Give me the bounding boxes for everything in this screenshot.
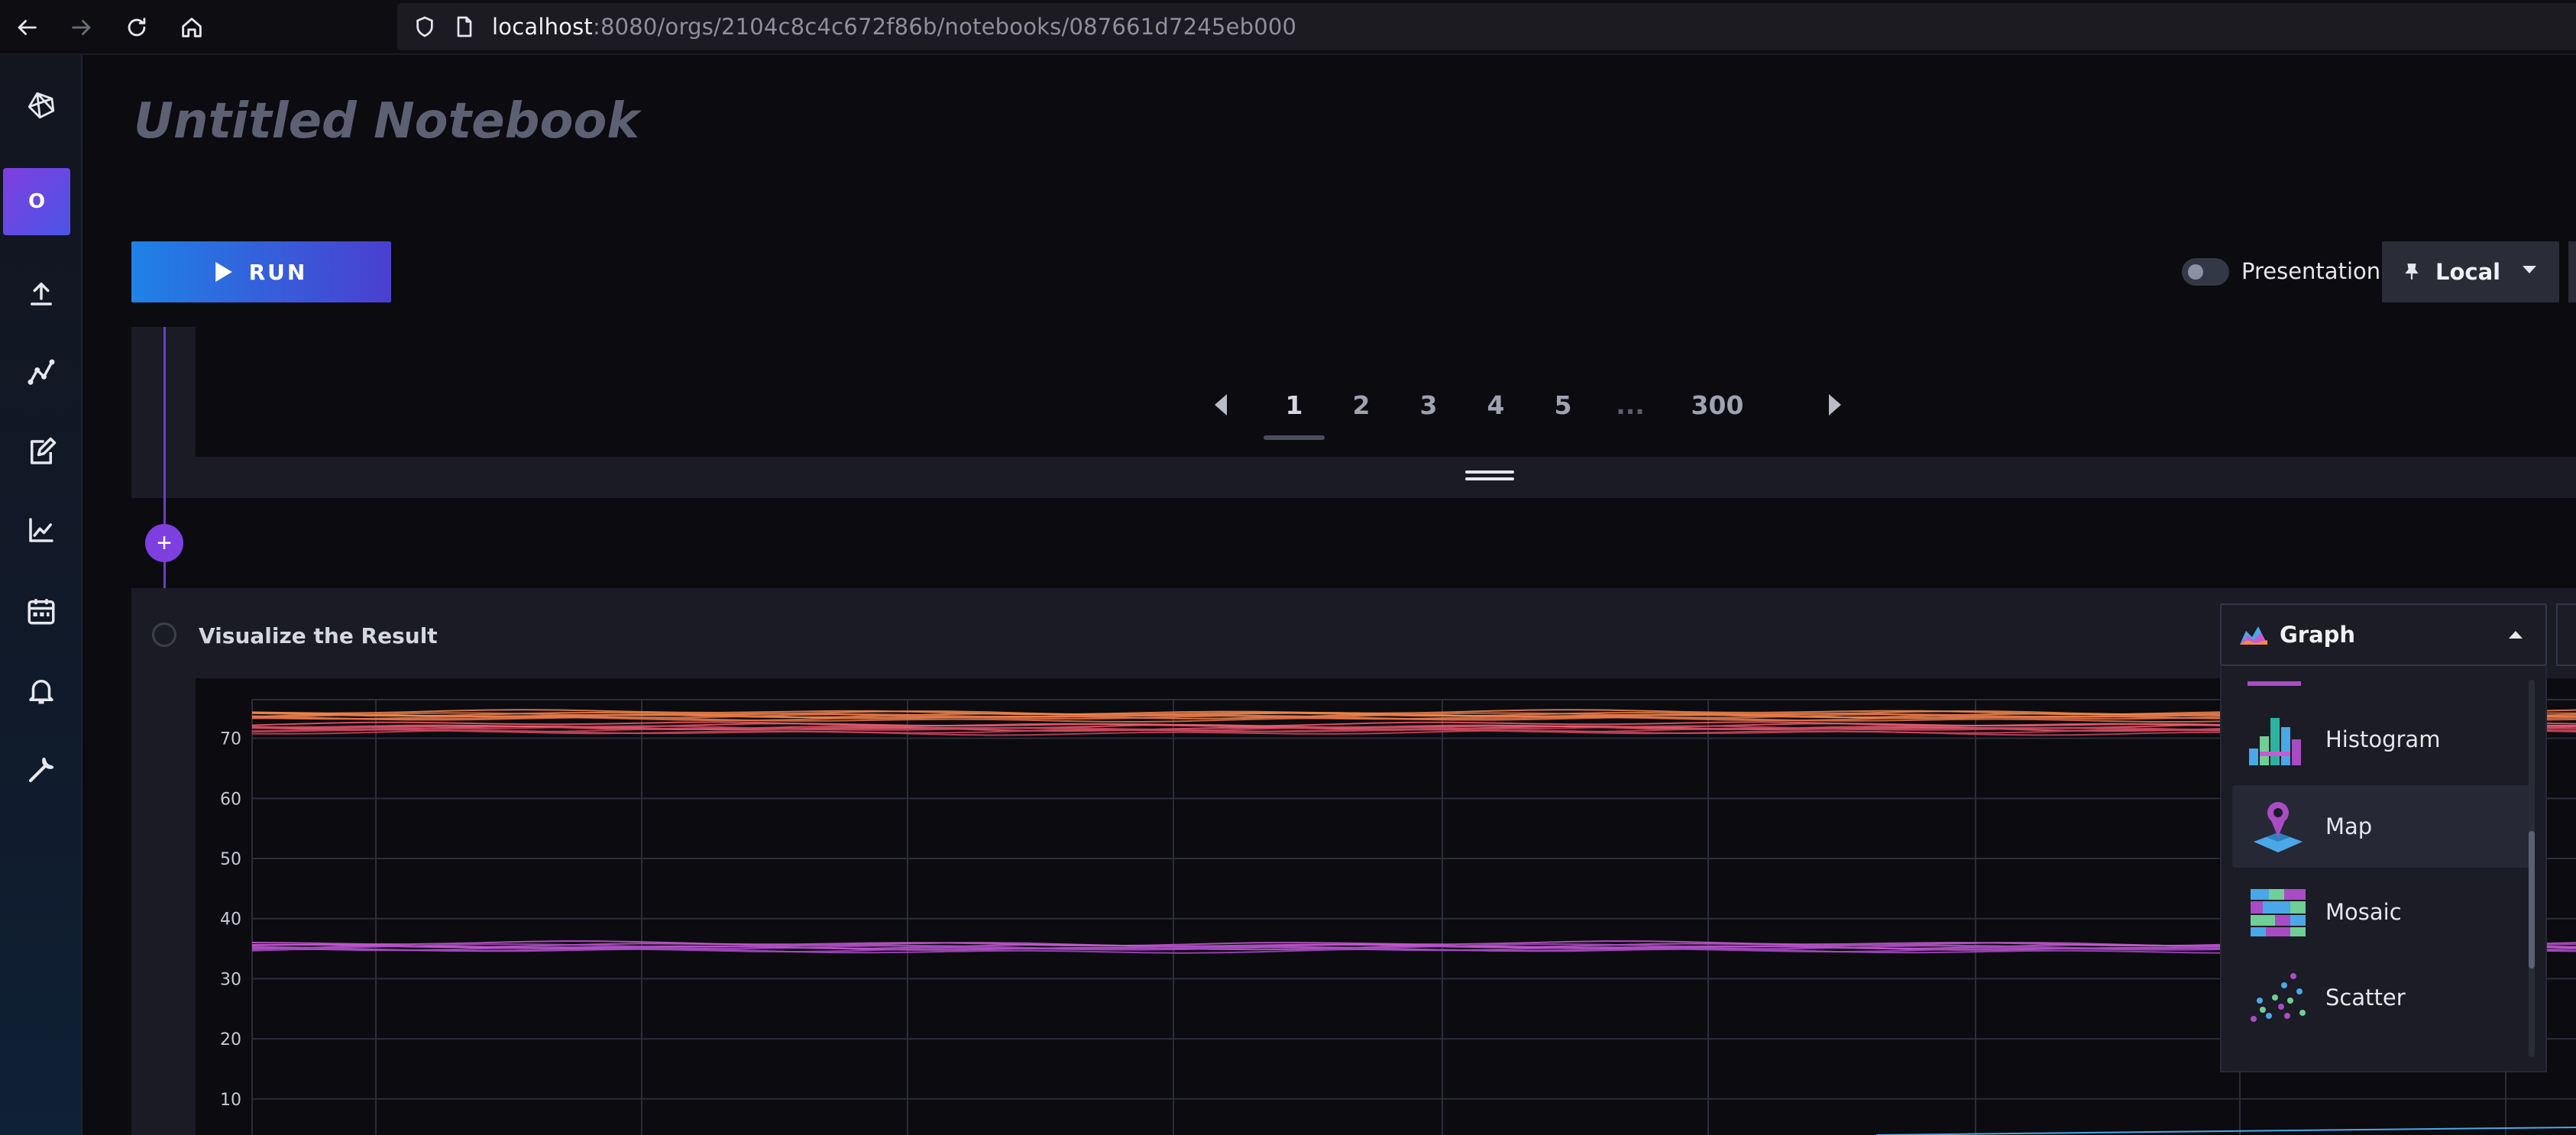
browser-toolbar: localhost:8080/orgs/2104c8c4c672f86b/not… xyxy=(0,0,2576,55)
presentation-toggle[interactable] xyxy=(2182,258,2229,286)
run-label: RUN xyxy=(248,259,308,285)
y-tick-label: 40 xyxy=(220,910,241,930)
menu-item-partial[interactable] xyxy=(2248,681,2301,686)
url-bar[interactable]: localhost:8080/orgs/2104c8c4c672f86b/not… xyxy=(397,3,2576,50)
home-icon xyxy=(182,18,202,37)
page-4[interactable]: 4 xyxy=(1462,390,1529,420)
menu-item-label: Map xyxy=(2325,813,2373,839)
notebook-title[interactable]: Untitled Notebook xyxy=(134,93,639,150)
histogram-icon xyxy=(2249,718,2301,765)
menu-item-label: Scatter xyxy=(2325,985,2406,1011)
url-host: localhost xyxy=(492,14,593,40)
y-tick-label: 30 xyxy=(220,970,241,989)
pin-icon xyxy=(2405,264,2419,280)
upload-icon[interactable] xyxy=(18,270,64,316)
menu-scrollbar-thumb[interactable] xyxy=(2529,831,2535,968)
reload-icon xyxy=(128,18,146,37)
presentation-label: Presentation xyxy=(2241,258,2381,284)
visualization-type-label: Graph xyxy=(2280,622,2356,648)
side-navigation: O xyxy=(0,55,83,1135)
y-tick-label: 60 xyxy=(220,790,241,809)
menu-item-histogram[interactable]: Histogram xyxy=(2232,698,2530,781)
data-explorer-icon[interactable] xyxy=(18,350,64,396)
menu-item-mosaic[interactable]: Mosaic xyxy=(2232,871,2530,953)
page-2[interactable]: 2 xyxy=(1328,390,1395,420)
page-1[interactable]: 1 xyxy=(1260,390,1328,440)
mosaic-icon xyxy=(2251,889,2306,936)
visualization-type-dropdown[interactable]: Graph xyxy=(2220,603,2547,666)
y-tick-label: 10 xyxy=(220,1091,241,1110)
graph-area: 70 60 50 40 30 20 10 xyxy=(196,678,2576,1135)
run-button[interactable]: RUN xyxy=(131,241,391,302)
line-graph: 70 60 50 40 30 20 10 xyxy=(220,699,2576,1135)
chevron-up-icon xyxy=(2509,631,2523,639)
cell-resize-handle[interactable] xyxy=(1465,470,1514,483)
page-3[interactable]: 3 xyxy=(1395,390,1462,420)
notebook-icon[interactable] xyxy=(18,429,64,475)
app-root: localhost:8080/orgs/2104c8c4c672f86b/not… xyxy=(0,0,2576,1135)
org-avatar[interactable]: O xyxy=(3,168,70,235)
page-ellipsis: ... xyxy=(1616,390,1645,420)
y-tick-label: 50 xyxy=(220,850,241,869)
page-icon xyxy=(457,16,472,37)
shield-icon xyxy=(416,16,433,37)
previous-page-button[interactable] xyxy=(1215,394,1227,416)
wrench-icon[interactable] xyxy=(18,747,64,793)
chevron-down-icon xyxy=(2523,266,2536,273)
org-initial: O xyxy=(28,190,46,213)
series-line-low xyxy=(1875,1127,2576,1135)
calendar-icon[interactable] xyxy=(18,588,64,634)
forward-button[interactable] xyxy=(63,9,101,46)
cell-status-dot xyxy=(152,622,176,647)
bell-icon[interactable] xyxy=(18,668,64,713)
timezone-dropdown[interactable]: Local xyxy=(2382,241,2559,302)
dashboard-icon[interactable] xyxy=(18,507,64,553)
arrow-left-icon xyxy=(18,20,37,35)
scatter-icon xyxy=(2251,973,2306,1022)
menu-item-label: Mosaic xyxy=(2325,899,2402,925)
pagination: 1 2 3 4 5 ... 300 xyxy=(1215,382,1841,440)
home-button[interactable] xyxy=(173,9,211,46)
y-tick-label: 70 xyxy=(220,730,241,749)
time-range-dropdown-edge[interactable] xyxy=(2568,241,2576,302)
cell-options-edge[interactable] xyxy=(2556,603,2576,666)
page-5[interactable]: 5 xyxy=(1529,390,1597,420)
url-path: :8080/orgs/2104c8c4c672f86b/notebooks/08… xyxy=(592,14,1297,40)
add-cell-button[interactable]: + xyxy=(145,524,183,562)
url-text: localhost:8080/orgs/2104c8c4c672f86b/not… xyxy=(492,14,1296,40)
cell-title[interactable]: Visualize the Result xyxy=(199,623,438,648)
influx-logo-icon[interactable] xyxy=(18,82,64,128)
y-tick-label: 20 xyxy=(220,1030,241,1049)
graph-type-icon xyxy=(2240,626,2267,645)
reload-button[interactable] xyxy=(118,9,156,46)
play-icon xyxy=(215,262,232,282)
menu-item-label: Histogram xyxy=(2325,726,2441,752)
timezone-label: Local xyxy=(2435,259,2501,285)
menu-item-map[interactable]: Map xyxy=(2232,785,2530,868)
next-page-button[interactable] xyxy=(1829,394,1841,416)
map-icon xyxy=(2254,802,2303,852)
page-last[interactable]: 300 xyxy=(1664,390,1771,420)
arrow-right-icon xyxy=(72,20,91,35)
menu-item-scatter[interactable]: Scatter xyxy=(2232,956,2530,1039)
back-button[interactable] xyxy=(8,9,46,46)
visualization-type-menu: Histogram Map Mosaic Scatter xyxy=(2220,666,2547,1072)
